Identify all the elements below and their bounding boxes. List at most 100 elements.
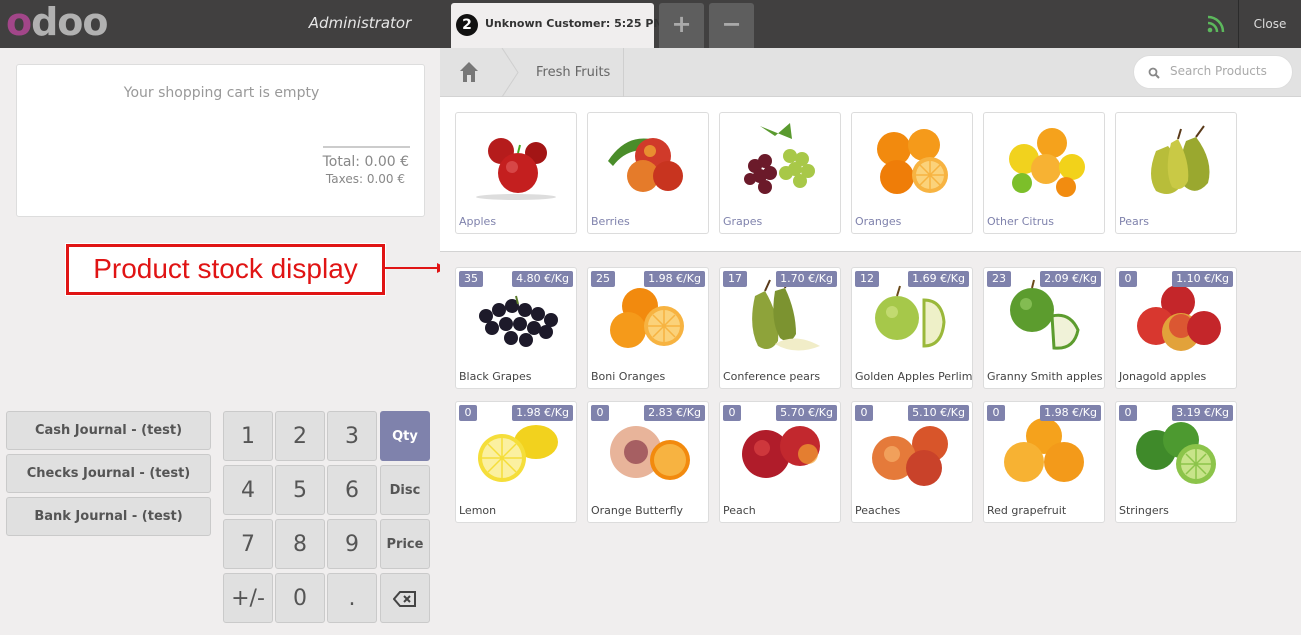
checks-journal-button[interactable]: Checks Journal - (test) [6,454,211,493]
product-name: Granny Smith apples [987,370,1103,383]
berries-image [608,138,683,192]
black-grapes-image [479,295,558,347]
price-mode-button[interactable]: Price [380,519,430,569]
category-pears[interactable]: Pears [1115,112,1237,234]
apples-image [476,138,556,200]
search-input[interactable] [1170,64,1285,78]
product-name: Red grapefruit [987,504,1067,517]
product-granny-smith-apples[interactable]: 23 2.09 €/Kg Granny Smith apples [983,267,1105,389]
breadcrumb-category[interactable]: Fresh Fruits [536,65,610,80]
bank-journal-button[interactable]: Bank Journal - (test) [6,497,211,536]
price-tag: 4.80 €/Kg [512,271,573,287]
numpad-key-0[interactable]: 0 [275,573,325,623]
numpad-key-7[interactable]: 7 [223,519,273,569]
category-apples[interactable]: Apples [455,112,577,234]
order-tab[interactable]: 2 Unknown Customer: 5:25 PM [451,3,664,48]
grapefruit-image [1004,418,1084,482]
product-name: Jonagold apples [1119,370,1207,383]
numpad-key-9[interactable]: 9 [327,519,377,569]
product-stringers[interactable]: 0 3.19 €/Kg Stringers [1115,401,1237,523]
new-order-button[interactable]: + [659,3,704,48]
price-tag: 2.09 €/Kg [1040,271,1101,287]
product-name: Stringers [1119,504,1169,517]
category-grapes[interactable]: Grapes [719,112,841,234]
stock-badge: 0 [723,405,741,421]
category-name: Oranges [855,215,902,228]
numpad-key-dot[interactable]: . [327,573,377,623]
product-black-grapes[interactable]: 35 4.80 €/Kg Black Grapes [455,267,577,389]
stock-badge: 12 [855,271,879,287]
product-name: Conference pears [723,370,821,383]
product-jonagold-apples[interactable]: 0 1.10 €/Kg Jonagold apples [1115,267,1237,389]
home-icon[interactable] [459,61,479,83]
granny-smith-image [1010,279,1080,350]
disc-mode-button[interactable]: Disc [380,465,430,515]
numpad-key-2[interactable]: 2 [275,411,325,461]
category-other-citrus[interactable]: Other Citrus [983,112,1105,234]
numpad-key-5[interactable]: 5 [275,465,325,515]
product-name: Golden Apples Perlim [855,370,973,383]
product-golden-apples-perlim[interactable]: 12 1.69 €/Kg Golden Apples Perlim [851,267,973,389]
golden-apples-image [875,285,946,348]
total-divider [323,146,410,148]
grapes-image [744,123,815,194]
product-name: Peaches [855,504,901,517]
numpad-key-1[interactable]: 1 [223,411,273,461]
peach-image [742,426,820,478]
product-name: Black Grapes [459,370,532,383]
category-oranges[interactable]: Oranges [851,112,973,234]
close-button[interactable]: Close [1238,0,1301,48]
boni-oranges-image [610,288,684,348]
product-boni-oranges[interactable]: 25 1.98 €/Kg Boni Oranges [587,267,709,389]
category-berries[interactable]: Berries [587,112,709,234]
product-orange-butterfly[interactable]: 0 2.83 €/Kg Orange Butterfly [587,401,709,523]
numpad-key-plusminus[interactable]: +/- [223,573,273,623]
cash-journal-button[interactable]: Cash Journal - (test) [6,411,211,450]
jonagold-apples-image [1137,285,1221,351]
backspace-button[interactable] [380,573,430,623]
oranges-image [877,129,948,194]
numpad-key-8[interactable]: 8 [275,519,325,569]
user-name[interactable]: Administrator [300,14,420,32]
order-label: Unknown Customer: 5:25 PM [485,17,665,30]
stock-badge: 0 [1119,405,1137,421]
price-tag: 1.98 €/Kg [644,271,705,287]
product-name: Lemon [459,504,497,517]
stock-badge: 0 [1119,271,1137,287]
product-peach[interactable]: 0 5.70 €/Kg Peach [719,401,841,523]
product-conference-pears[interactable]: 17 1.70 €/Kg Conference pears [719,267,841,389]
price-tag: 5.70 €/Kg [776,405,837,421]
price-tag: 3.19 €/Kg [1172,405,1233,421]
connection-status-icon[interactable] [1206,14,1226,34]
cart-empty-message: Your shopping cart is empty [123,85,320,101]
product-name: Boni Oranges [591,370,666,383]
conference-pears-image [752,277,820,351]
product-name: Peach [723,504,756,517]
annotation-callout: Product stock display [66,244,385,295]
pears-image [1151,125,1210,195]
breadcrumb-divider [623,48,624,97]
product-peaches[interactable]: 0 5.10 €/Kg Peaches [851,401,973,523]
numpad-key-3[interactable]: 3 [327,411,377,461]
breadcrumb-separator [501,48,519,97]
category-name: Pears [1119,215,1150,228]
delete-order-button[interactable]: − [709,3,754,48]
stock-badge: 0 [987,405,1005,421]
price-tag: 1.10 €/Kg [1172,271,1233,287]
stock-badge: 23 [987,271,1011,287]
product-name: Orange Butterfly [591,504,684,517]
numpad-key-6[interactable]: 6 [327,465,377,515]
category-name: Apples [459,215,497,228]
product-lemon[interactable]: 0 1.98 €/Kg Lemon [455,401,577,523]
top-bar: odoo Administrator 2 Unknown Customer: 5… [0,0,1301,48]
search-box[interactable] [1133,55,1293,89]
stock-badge: 0 [459,405,477,421]
category-name: Other Citrus [987,215,1055,228]
limes-image [1136,422,1216,484]
price-tag: 5.10 €/Kg [908,405,969,421]
order-number-badge: 2 [456,14,478,36]
category-name: Grapes [723,215,763,228]
qty-mode-button[interactable]: Qty [380,411,430,461]
numpad-key-4[interactable]: 4 [223,465,273,515]
product-red-grapefruit[interactable]: 0 1.98 €/Kg Red grapefruit [983,401,1105,523]
